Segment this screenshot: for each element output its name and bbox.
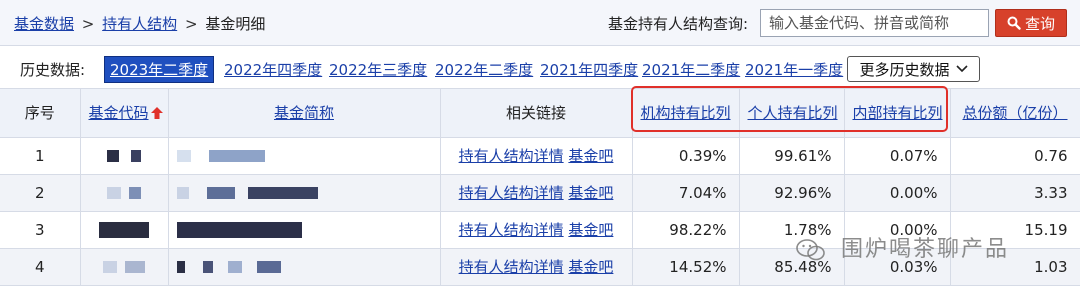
watermark-text: 围炉喝茶聊产品 xyxy=(841,237,1010,262)
row-total: 3.33 xyxy=(950,174,1080,212)
breadcrumb-separator: > xyxy=(81,15,95,33)
more-history-dropdown[interactable]: 更多历史数据 xyxy=(847,56,980,82)
search-input[interactable] xyxy=(760,9,989,37)
row-index: 3 xyxy=(0,211,81,249)
breadcrumb-holder-structure[interactable]: 持有人结构 xyxy=(102,15,177,33)
breadcrumb: 基金数据 > 持有人结构 > 基金明细 xyxy=(14,13,265,34)
fund-code-redacted xyxy=(80,211,169,249)
row-institutional: 0.39% xyxy=(632,137,740,175)
fund-code-redacted xyxy=(80,174,169,212)
header-links: 相关链接 xyxy=(440,89,633,138)
search-button-label: 查询 xyxy=(1024,14,1055,33)
top-bar: 基金数据 > 持有人结构 > 基金明细 基金持有人结构查询: 查询 xyxy=(0,0,1080,46)
fund-name-redacted xyxy=(168,137,441,175)
header-internal-link[interactable]: 内部持有比列 xyxy=(853,104,943,122)
fund-code-redacted xyxy=(80,248,169,286)
fund-name-redacted xyxy=(168,174,441,212)
header-name-link[interactable]: 基金简称 xyxy=(274,104,334,122)
row-index: 1 xyxy=(0,137,81,175)
wechat-icon xyxy=(796,239,825,261)
history-period-2022q2[interactable]: 2022年二季度 xyxy=(435,59,533,80)
header-code-link[interactable]: 基金代码 xyxy=(89,104,149,122)
search-button[interactable]: 查询 xyxy=(995,9,1067,37)
row-institutional: 7.04% xyxy=(632,174,740,212)
history-label: 历史数据: xyxy=(20,61,86,79)
history-period-2022q3[interactable]: 2022年三季度 xyxy=(329,59,427,80)
row-index: 2 xyxy=(0,174,81,212)
table-row: 2 持有人结构详情 基金吧 7.04% 92.96% 0.00% 3.33 xyxy=(0,174,1080,212)
table-row: 1 持有人结构详情 基金吧 0.39% 99.61% 0.07% 0.76 xyxy=(0,137,1080,175)
row-links: 持有人结构详情 基金吧 xyxy=(440,211,633,249)
header-index: 序号 xyxy=(0,89,81,138)
breadcrumb-current: 基金明细 xyxy=(205,15,266,33)
fund-name-redacted xyxy=(168,211,441,249)
search-icon xyxy=(1007,16,1021,30)
more-history-label: 更多历史数据 xyxy=(859,60,950,79)
row-links: 持有人结构详情 基金吧 xyxy=(440,137,633,175)
holder-detail-link[interactable]: 持有人结构详情 xyxy=(459,184,564,202)
row-individual: 92.96% xyxy=(739,174,845,212)
holder-detail-link[interactable]: 持有人结构详情 xyxy=(459,221,564,239)
fund-bar-link[interactable]: 基金吧 xyxy=(568,258,613,276)
chevron-down-icon xyxy=(955,65,968,73)
history-period-2022q4[interactable]: 2022年四季度 xyxy=(224,59,322,80)
row-institutional: 98.22% xyxy=(632,211,740,249)
header-internal[interactable]: 内部持有比列 xyxy=(844,89,951,138)
header-total-link[interactable]: 总份额（亿份） xyxy=(962,104,1067,122)
history-period-2021q1[interactable]: 2021年一季度 xyxy=(745,59,843,80)
watermark: 围炉喝茶聊产品 xyxy=(796,231,1009,263)
header-institutional[interactable]: 机构持有比列 xyxy=(632,89,740,138)
history-period-2021q4[interactable]: 2021年四季度 xyxy=(540,59,638,80)
fund-bar-link[interactable]: 基金吧 xyxy=(568,184,613,202)
holder-detail-link[interactable]: 持有人结构详情 xyxy=(459,258,564,276)
breadcrumb-separator: > xyxy=(184,15,198,33)
fund-bar-link[interactable]: 基金吧 xyxy=(568,221,613,239)
fund-name-redacted xyxy=(168,248,441,286)
header-name[interactable]: 基金简称 xyxy=(168,89,441,138)
breadcrumb-fund-data[interactable]: 基金数据 xyxy=(14,15,74,33)
header-institutional-link[interactable]: 机构持有比列 xyxy=(641,104,731,122)
row-index: 4 xyxy=(0,248,81,286)
fund-bar-link[interactable]: 基金吧 xyxy=(568,147,613,165)
row-links: 持有人结构详情 基金吧 xyxy=(440,174,633,212)
header-total[interactable]: 总份额（亿份） xyxy=(950,89,1080,138)
header-individual[interactable]: 个人持有比列 xyxy=(739,89,845,138)
row-internal: 0.00% xyxy=(844,174,951,212)
sort-up-icon[interactable] xyxy=(150,107,163,120)
history-period-2023q2[interactable]: 2023年二季度 xyxy=(104,56,215,83)
history-bar: 历史数据: 2023年二季度 2022年四季度 2022年三季度 2022年二季… xyxy=(0,47,1080,89)
fund-code-redacted xyxy=(80,137,169,175)
row-total: 0.76 xyxy=(950,137,1080,175)
row-individual: 99.61% xyxy=(739,137,845,175)
holder-detail-link[interactable]: 持有人结构详情 xyxy=(459,147,564,165)
table-header-row: 序号 基金代码 基金简称 相关链接 机构持有比列 个人持有比列 内部持有比列 总… xyxy=(0,89,1080,138)
row-institutional: 14.52% xyxy=(632,248,740,286)
header-individual-link[interactable]: 个人持有比列 xyxy=(748,104,838,122)
row-links: 持有人结构详情 基金吧 xyxy=(440,248,633,286)
header-code[interactable]: 基金代码 xyxy=(80,89,169,138)
row-internal: 0.07% xyxy=(844,137,951,175)
history-period-2021q2[interactable]: 2021年二季度 xyxy=(642,59,740,80)
search-label: 基金持有人结构查询: xyxy=(608,15,749,33)
